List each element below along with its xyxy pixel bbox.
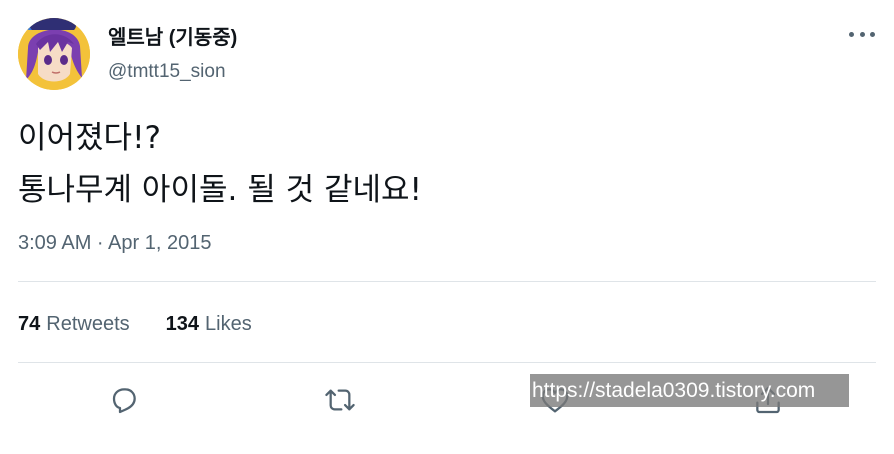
retweet-icon — [325, 389, 355, 411]
retweets-label: Retweets — [46, 313, 130, 335]
avatar[interactable] — [18, 18, 90, 90]
retweets-count: 74 — [18, 313, 41, 335]
tweet-card: 엘트남 (기동중) @tmtt15_sion 이어졌다!? 통나무계 아이돌. … — [0, 0, 894, 454]
likes-label: Likes — [205, 313, 252, 335]
tweet-timestamp[interactable]: 3:09 AM · Apr 1, 2015 — [18, 229, 211, 257]
engagement-stats: 74 Retweets 134 Likes — [18, 309, 252, 339]
user-handle[interactable]: @tmtt15_sion — [108, 59, 226, 85]
retweets-stat[interactable]: 74 Retweets — [18, 309, 130, 339]
retweet-button[interactable] — [322, 382, 358, 418]
divider — [18, 362, 876, 363]
anime-character-avatar-icon — [18, 18, 90, 90]
divider — [18, 281, 876, 282]
watermark-url: https://stadela0309.tistory.com — [530, 374, 849, 407]
more-dots-icon — [849, 31, 854, 37]
reply-icon — [112, 388, 136, 414]
more-options-button[interactable] — [846, 22, 878, 46]
tweet-text-line: 통나무계 아이돌. 될 것 같네요! — [18, 172, 422, 208]
tweet-text: 이어졌다!? 통나무계 아이돌. 될 것 같네요! — [18, 112, 878, 216]
tweet-text-line: 이어졌다!? — [18, 120, 161, 156]
reply-button[interactable] — [106, 382, 142, 418]
likes-stat[interactable]: 134 Likes — [166, 309, 252, 339]
more-dots-icon — [859, 31, 865, 37]
likes-count: 134 — [165, 313, 199, 335]
more-dots-icon — [870, 31, 875, 37]
display-name[interactable]: 엘트남 (기동중) — [108, 24, 237, 52]
